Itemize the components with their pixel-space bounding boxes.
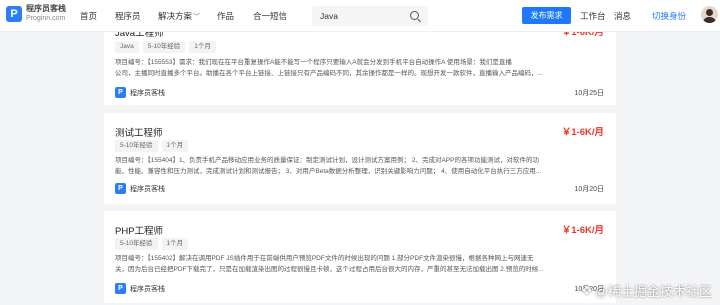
job-description-line: 关，因为后台已经把PDF下载完了，只是在加载渲染出图的过程很慢且卡顿，这个过程占… xyxy=(115,266,544,273)
chevron-down-icon: ﹀ xyxy=(193,14,201,21)
post-date: 10月25日 xyxy=(574,90,604,97)
post-date: 10月20日 xyxy=(574,186,604,193)
job-tag: 5-10年经验 xyxy=(115,140,158,152)
job-tag: Java xyxy=(115,41,139,53)
nav-one-message[interactable]: 合一短信 xyxy=(253,10,287,22)
job-tag: 1个月 xyxy=(161,140,189,152)
nav-developers[interactable]: 程序员 xyxy=(115,10,141,22)
nav-solutions-label: 解决方案 xyxy=(158,11,193,21)
search-box[interactable]: Java xyxy=(312,6,428,26)
job-description: 项目编号：【155402】解决在调用PDF JS插件用于在前端供用户预览PDF文… xyxy=(115,253,605,275)
proginn-logo-icon: P xyxy=(115,87,126,98)
site-logo[interactable]: P 程序员客栈 Proginn.com xyxy=(6,4,66,24)
job-description: 项目编号：【155553】需求：我们现在在平台重复操作A能不能写一个程序只要输入… xyxy=(115,57,605,79)
logo-mark: P xyxy=(6,6,22,22)
publisher-brand: P 程序员客栈 xyxy=(115,183,165,194)
job-description-line: 项目编号：【155402】解决在调用PDF JS插件用于在前端供用户预览PDF文… xyxy=(115,255,534,262)
nav-workbench[interactable]: 工作台 xyxy=(580,10,606,22)
publisher-name: 程序员客栈 xyxy=(130,185,165,193)
nav-home[interactable]: 首页 xyxy=(80,10,97,22)
job-tag: 1个月 xyxy=(161,238,189,250)
search-input[interactable]: Java xyxy=(320,11,338,21)
job-description: 项目编号：【155404】1、负责手机产品移动应用业务的质量保证：制定测试计划，… xyxy=(115,155,605,177)
job-salary: ￥1-6K/月 xyxy=(561,127,604,138)
proginn-logo-icon: P xyxy=(115,283,126,294)
logo-domain: Proginn.com xyxy=(26,15,66,22)
job-card[interactable]: PHP工程师 ￥1-6K/月 5-10年经验 1个月 项目编号：【155402】… xyxy=(104,211,616,303)
post-request-button[interactable]: 发布需求 xyxy=(522,7,571,24)
juejin-logo-icon: ❖ xyxy=(581,282,593,298)
job-title[interactable]: 测试工程师 xyxy=(115,125,163,139)
watermark-text: @稀土掘金技术社区 xyxy=(594,284,712,299)
proginn-logo-icon: P xyxy=(115,183,126,194)
nav-solutions[interactable]: 解决方案﹀ xyxy=(158,10,200,22)
publisher-name: 程序员客栈 xyxy=(130,285,165,293)
publisher-name: 程序员客栈 xyxy=(130,89,165,97)
job-tag: 5-10年经验 xyxy=(115,238,158,250)
job-description-line: 项目编号：【155404】1、负责手机产品移动应用业务的质量保证：制定测试计划，… xyxy=(115,157,539,164)
top-header: P 程序员客栈 Proginn.com 首页 程序员 解决方案﹀ 作品 合一短信… xyxy=(0,0,720,32)
job-title[interactable]: PHP工程师 xyxy=(115,223,163,237)
job-tags: 5-10年经验 1个月 xyxy=(115,140,189,152)
job-tag: 1个月 xyxy=(189,41,216,53)
job-description-line: 公司，主播同时直播多个平台。助播在各个平台上链接、上链接只有产品编码不同，其余操… xyxy=(115,70,543,77)
job-tags: 5-10年经验 1个月 xyxy=(115,238,189,250)
logo-name: 程序员客栈 xyxy=(26,4,66,13)
job-tags: Java 5-10年经验 1个月 xyxy=(115,41,216,53)
job-description-line: 能、性能、兼容性和压力测试，完成测试计划和测试报告； 3、对用户Beta数据分析… xyxy=(115,168,542,175)
nav-works[interactable]: 作品 xyxy=(217,10,234,22)
avatar[interactable] xyxy=(701,6,718,23)
job-card[interactable]: 测试工程师 ￥1-6K/月 5-10年经验 1个月 项目编号：【155404】1… xyxy=(104,113,616,204)
job-salary: ￥1-6K/月 xyxy=(561,225,604,236)
job-description-line: 项目编号：【155553】需求：我们现在在平台重复操作A能不能写一个程序只要输入… xyxy=(115,59,512,66)
nav-notices[interactable]: 消息 xyxy=(614,10,631,22)
search-icon[interactable] xyxy=(410,11,419,20)
watermark: ❖ @稀土掘金技术社区 xyxy=(581,281,712,300)
publisher-brand: P 程序员客栈 xyxy=(115,87,165,98)
switch-identity-link[interactable]: 切换身份 xyxy=(652,10,686,22)
publisher-brand: P 程序员客栈 xyxy=(115,283,165,294)
job-tag: 5-10年经验 xyxy=(142,41,186,53)
